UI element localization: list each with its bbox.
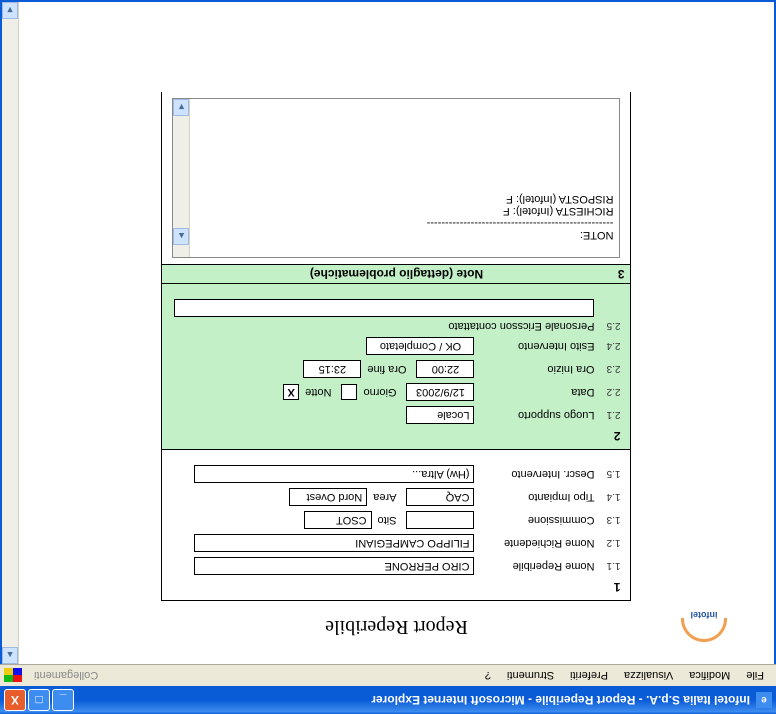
nome-reperibile-field[interactable]: CIRO PERRONE — [195, 557, 475, 575]
ora-fine-label: Ora fine — [367, 363, 406, 375]
section-1: 1 1.1 Nome Reperibile CIRO PERRONE 1.2 N… — [163, 450, 631, 600]
section-3-header: 3 Note (dettaglio problematiche) — [163, 265, 631, 284]
minimize-button[interactable]: _ — [52, 689, 74, 711]
row-descr-intervento: 1.5 Descr. Intervento (Hw) Altra... — [173, 465, 621, 483]
field-label: Personale Ericsson contattato — [448, 320, 594, 332]
field-num: 1.2 — [595, 538, 621, 549]
section-3-title: Note (dettaglio problematiche) — [310, 267, 483, 281]
field-label: Nome Reperibile — [475, 560, 595, 572]
row-data: 2.2 Data 12/9/2003 Giorno Notte X — [173, 383, 621, 401]
section-3-number: 3 — [618, 267, 625, 281]
field-num: 2.3 — [595, 364, 621, 375]
field-label: Nome Richiedente — [475, 537, 595, 549]
data-field[interactable]: 12/9/2003 — [407, 383, 475, 401]
menu-strumenti[interactable]: Strumenti — [499, 668, 562, 684]
field-num: 1.3 — [595, 515, 621, 526]
ie-icon: e — [756, 692, 772, 708]
window-title: Infotel Italia S.p.A. - Report Reperibil… — [74, 693, 750, 707]
nome-richiedente-field[interactable]: FILIPPO CAMPEGIANI — [195, 534, 475, 552]
row-tipo-impianto: 1.4 Tipo Impianto CAQ Area Nord Ovest — [173, 488, 621, 506]
field-num: 1.5 — [595, 469, 621, 480]
row-esito: 2.4 Esito Intervento OK / Completato — [173, 337, 621, 355]
row-luogo-supporto: 2.1 Luogo supporto Locale — [173, 406, 621, 424]
maximize-button[interactable]: □ — [28, 689, 50, 711]
section-2-number: 2 — [173, 429, 621, 443]
field-num: 1.1 — [595, 561, 621, 572]
field-label: Tipo Impianto — [475, 491, 595, 503]
notes-textarea[interactable]: NOTE: ----------------------------------… — [173, 98, 621, 258]
field-num: 1.4 — [595, 492, 621, 503]
field-label: Luogo supporto — [475, 409, 595, 421]
menubar: File Modifica Visualizza Preferiti Strum… — [0, 664, 776, 686]
menu-modifica[interactable]: Modifica — [681, 668, 738, 684]
section-1-number: 1 — [173, 580, 621, 594]
giorno-label: Giorno — [363, 386, 396, 398]
sito-label: Sito — [378, 514, 397, 526]
field-num: 2.2 — [595, 387, 621, 398]
descr-intervento-field[interactable]: (Hw) Altra... — [195, 465, 475, 483]
scroll-up-icon[interactable]: ▲ — [174, 228, 190, 245]
windows-flag-icon[interactable] — [4, 669, 22, 683]
notte-checkbox[interactable]: X — [283, 384, 299, 400]
menu-visualizza[interactable]: Visualizza — [616, 668, 681, 684]
scroll-down-icon[interactable]: ▼ — [174, 99, 190, 116]
notes-container: NOTE: ----------------------------------… — [162, 92, 632, 264]
row-personale-value — [173, 299, 621, 317]
menu-help[interactable]: ? — [477, 668, 499, 684]
scroll-up-icon[interactable]: ▲ — [2, 647, 18, 664]
sito-field[interactable]: CSOT — [304, 511, 372, 529]
field-label: Esito Intervento — [475, 340, 595, 352]
infotel-logo: infotel — [674, 603, 734, 651]
notes-scrollbar[interactable]: ▲ ▼ — [174, 99, 191, 257]
window-titlebar: e Infotel Italia S.p.A. - Report Reperib… — [0, 686, 776, 714]
area-label: Area — [373, 491, 396, 503]
commissione-field[interactable] — [407, 511, 475, 529]
esito-intervento-field[interactable]: OK / Completato — [367, 337, 475, 355]
area-field[interactable]: Nord Ovest — [289, 488, 367, 506]
section-2: 2 2.1 Luogo supporto Locale 2.2 Data 12/… — [163, 284, 631, 450]
ora-inizio-field[interactable]: 22:00 — [417, 360, 475, 378]
notes-text: NOTE: ----------------------------------… — [427, 193, 614, 241]
tipo-impianto-field[interactable]: CAQ — [407, 488, 475, 506]
menu-preferiti[interactable]: Preferiti — [562, 668, 616, 684]
menu-file[interactable]: File — [738, 668, 772, 684]
report-form: 1 1.1 Nome Reperibile CIRO PERRONE 1.2 N… — [162, 264, 632, 601]
field-num: 2.4 — [595, 341, 621, 352]
browser-viewport: infotel Report Reperibile 1 1.1 Nome Rep… — [0, 0, 776, 664]
field-num: 2.1 — [595, 410, 621, 421]
row-commissione: 1.3 Commissione Sito CSOT — [173, 511, 621, 529]
close-button[interactable]: X — [4, 689, 26, 711]
field-label: Descr. Intervento — [475, 468, 595, 480]
links-label: Collegamenti — [26, 670, 98, 682]
row-nome-richiedente: 1.2 Nome Richiedente FILIPPO CAMPEGIANI — [173, 534, 621, 552]
luogo-supporto-field[interactable]: Locale — [407, 406, 475, 424]
field-label: Ora Inizio — [475, 363, 595, 375]
giorno-checkbox[interactable] — [341, 384, 357, 400]
page-title: Report Reperibile — [325, 615, 468, 638]
scroll-down-icon[interactable]: ▼ — [2, 2, 18, 19]
page-scrollbar[interactable]: ▲ ▼ — [2, 2, 19, 664]
ora-fine-field[interactable]: 23:15 — [303, 360, 361, 378]
field-num: 2.5 — [595, 321, 621, 332]
logo-text: infotel — [691, 611, 718, 621]
field-label: Data — [475, 386, 595, 398]
personale-ericsson-field[interactable] — [175, 299, 595, 317]
field-label: Commissione — [475, 514, 595, 526]
row-personale-ericsson: 2.5 Personale Ericsson contattato — [173, 320, 621, 332]
row-ora: 2.3 Ora Inizio 22:00 Ora fine 23:15 — [173, 360, 621, 378]
row-nome-reperibile: 1.1 Nome Reperibile CIRO PERRONE — [173, 557, 621, 575]
notte-label: Notte — [305, 386, 331, 398]
